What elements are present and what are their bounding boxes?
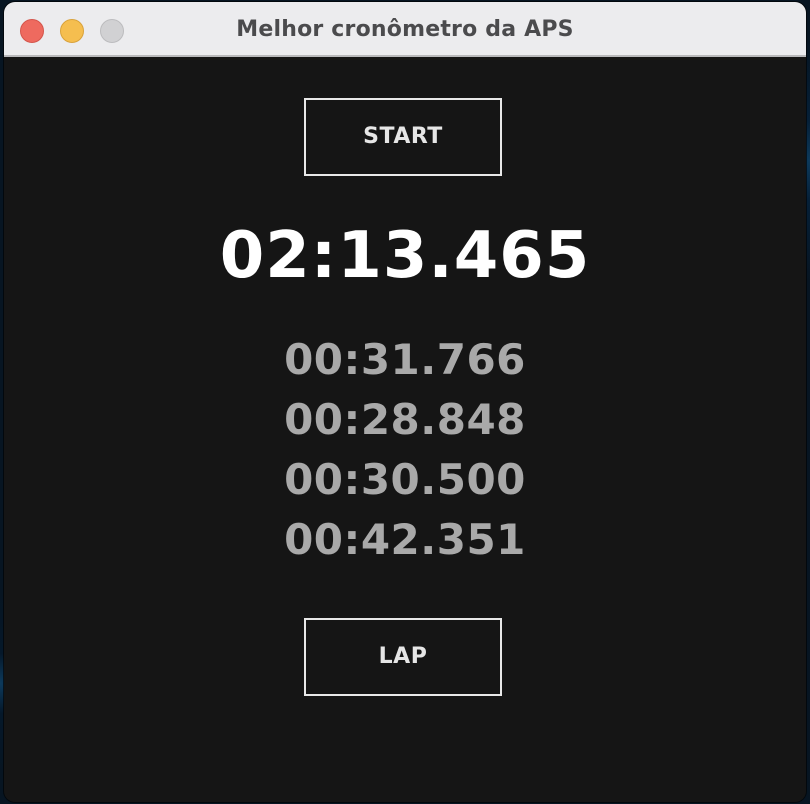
start-button[interactable]: START xyxy=(304,98,502,176)
lap-list: 00:31.766 00:28.848 00:30.500 00:42.351 xyxy=(4,330,806,570)
window-title: Melhor cronômetro da APS xyxy=(236,17,574,42)
stopwatch-panel: START 02:13.465 00:31.766 00:28.848 00:3… xyxy=(4,57,806,802)
lap-time: 00:42.351 xyxy=(284,515,526,564)
lap-time: 00:28.848 xyxy=(284,395,526,444)
app-window: Melhor cronômetro da APS START 02:13.465… xyxy=(4,2,806,802)
title-bar[interactable]: Melhor cronômetro da APS xyxy=(4,2,806,57)
elapsed-time-display: 02:13.465 xyxy=(219,219,591,293)
lap-button[interactable]: LAP xyxy=(304,618,502,696)
lap-time: 00:30.500 xyxy=(284,455,526,504)
lap-time: 00:31.766 xyxy=(284,335,526,384)
